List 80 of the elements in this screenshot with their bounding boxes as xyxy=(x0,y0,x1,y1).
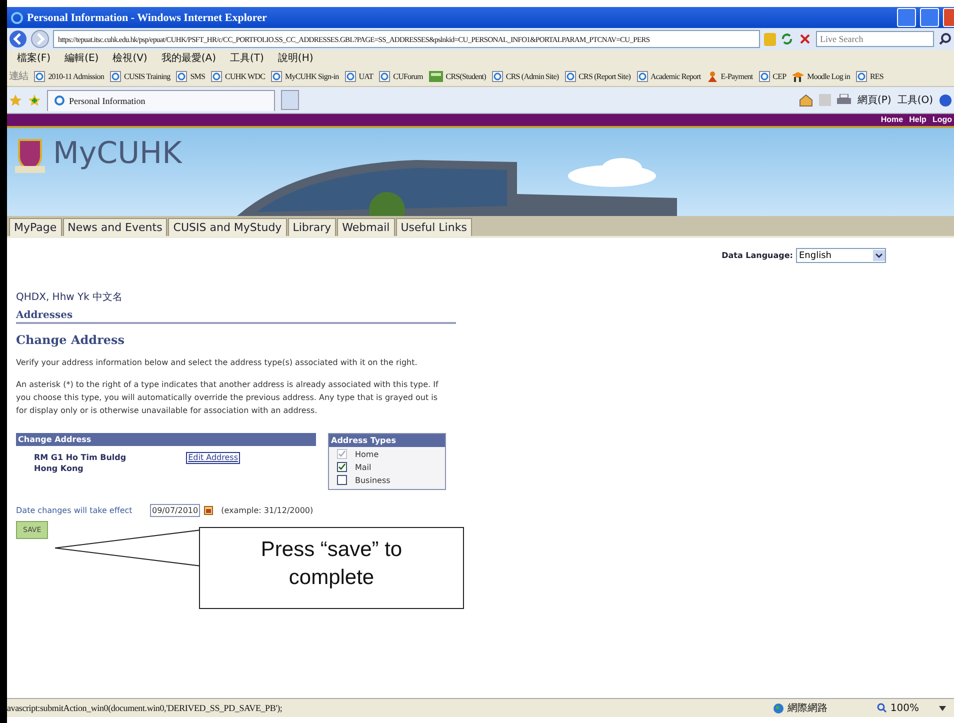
language-dropdown[interactable]: English xyxy=(796,248,886,263)
favorite-link[interactable]: CUSIS Training xyxy=(110,70,170,82)
dropdown-arrow-icon[interactable] xyxy=(939,706,946,710)
favorite-link[interactable]: CEP xyxy=(758,70,786,82)
maximize-button[interactable] xyxy=(920,8,939,27)
page-title: Change Address xyxy=(16,333,126,347)
portal-link[interactable]: Logo xyxy=(932,114,952,126)
links-label: 連結 xyxy=(9,70,28,83)
checkbox-label: Mail xyxy=(355,462,372,472)
nav-tab[interactable]: CUSIS and MyStudy xyxy=(168,218,287,236)
search-field[interactable]: Live Search xyxy=(816,31,934,47)
favorite-link[interactable]: CRS (Report Site) xyxy=(564,70,630,82)
checkbox[interactable] xyxy=(337,462,347,472)
callout: Press “save” to complete xyxy=(199,527,464,609)
menu-item[interactable]: 檢視(V) xyxy=(112,51,148,65)
nav-tab[interactable]: Useful Links xyxy=(396,218,472,236)
edit-address-link[interactable]: Edit Address xyxy=(186,452,240,464)
status-text: avascript:submitAction_win0(document.win0,'DERIVED_SS_PD_SAVE_PB'); xyxy=(7,703,282,713)
globe-icon xyxy=(773,702,784,714)
command-menu[interactable]: 工具(O) xyxy=(897,93,933,107)
favorite-link[interactable]: UAT xyxy=(344,70,374,82)
instruction-text: An asterisk (*) to the right of a type indicates that another address is already associated with this type. If you choose this type, you will automatically override the previous address. Any type that is grayed out is for display only or is otherwise unavailable for association with an address. xyxy=(16,379,440,417)
portal-link[interactable]: Help xyxy=(909,114,926,126)
menu-item[interactable]: 我的最愛(A) xyxy=(161,51,216,65)
favorite-link[interactable]: 2010-11 Admission xyxy=(34,70,104,82)
command-menu[interactable]: 網頁(P) xyxy=(857,93,892,107)
crest-icon xyxy=(15,138,45,174)
internet-zone: 網際網路 xyxy=(773,701,828,715)
menu-item[interactable]: 檔案(F) xyxy=(17,51,51,65)
favorite-link[interactable]: CRS (Admin Site) xyxy=(492,70,559,82)
favorite-link[interactable]: Moodle Log in xyxy=(792,70,850,82)
logo-text: MyCUHK xyxy=(53,138,182,170)
date-field[interactable]: 09/07/2010 xyxy=(150,504,200,517)
add-favorite-star-icon[interactable] xyxy=(28,94,41,106)
forward-button[interactable] xyxy=(31,30,49,48)
favorites-star-icon[interactable] xyxy=(9,94,22,106)
zoom-icon xyxy=(877,703,888,713)
data-language-label: Data Language: xyxy=(722,251,793,260)
menu-item[interactable]: 工具(T) xyxy=(230,51,264,65)
favorite-link[interactable]: RES xyxy=(856,70,884,82)
minimize-button[interactable] xyxy=(897,8,916,27)
window-title: Personal Information - Windows Internet Explorer xyxy=(27,12,267,24)
favorite-link[interactable]: SMS xyxy=(176,70,206,82)
favorite-link[interactable]: MyCUHK Sign-in xyxy=(271,70,339,82)
favorite-link[interactable]: E-Payment xyxy=(706,70,753,82)
printer-icon[interactable] xyxy=(837,94,852,106)
checkbox[interactable] xyxy=(337,475,347,485)
checkbox-label: Home xyxy=(355,450,379,458)
menu-item[interactable]: 編輯(E) xyxy=(64,51,99,65)
section-title: Addresses xyxy=(16,310,456,324)
portal-link[interactable]: Home xyxy=(880,114,904,126)
instruction-text: Verify your address information below and select the address type(s) associated with it on the right. xyxy=(16,357,418,369)
back-button[interactable] xyxy=(9,30,27,48)
home-icon[interactable] xyxy=(799,93,814,107)
address-line: RM G1 Ho Tim Buldg xyxy=(34,452,126,463)
panel-header: Address Types xyxy=(329,434,445,447)
address-line: Hong Kong xyxy=(34,463,84,474)
favorite-link[interactable]: CUForum xyxy=(379,70,423,82)
favorite-link[interactable]: CUHK WDC xyxy=(211,70,266,82)
search-icon[interactable] xyxy=(938,32,952,46)
favorite-link[interactable]: CRS(Student) xyxy=(428,70,486,82)
hat-icon xyxy=(792,70,804,82)
dropdown-arrow-icon xyxy=(873,250,885,261)
browser-tab[interactable]: Personal Information xyxy=(47,90,275,110)
person-icon xyxy=(706,70,718,82)
person-name: QHDX, Hhw Yk 中文名 xyxy=(16,290,124,304)
date-example: (example: 31/12/2000) xyxy=(221,506,314,515)
nav-tab[interactable]: Library xyxy=(288,218,336,236)
checkbox-label: Business xyxy=(355,476,390,484)
nav-tab[interactable]: Webmail xyxy=(337,218,395,236)
zoom-level[interactable]: 100% xyxy=(877,702,919,714)
calendar-icon[interactable] xyxy=(204,506,214,515)
panel-header: Change Address xyxy=(16,433,316,446)
menu-item[interactable]: 說明(H) xyxy=(278,51,314,65)
nav-tab[interactable]: News and Events xyxy=(62,218,168,236)
refresh-icon[interactable] xyxy=(780,32,794,46)
favorite-link[interactable]: Academic Report xyxy=(636,70,701,82)
stop-icon[interactable] xyxy=(798,32,812,46)
effective-date-label: Date changes will take effect xyxy=(16,506,134,515)
nav-tab[interactable]: MyPage xyxy=(9,218,62,236)
